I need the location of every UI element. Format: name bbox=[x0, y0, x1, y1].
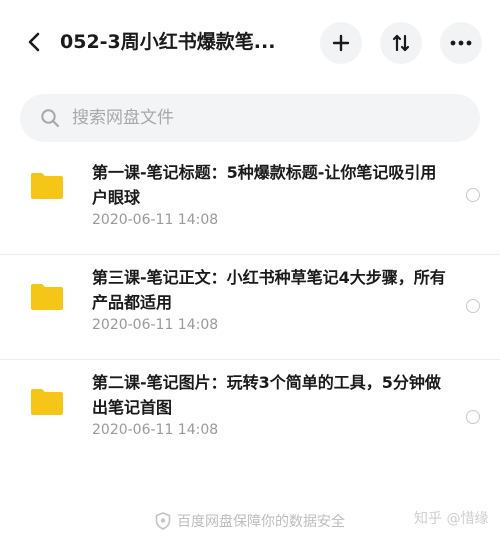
page-title: 052-3周小红书爆款笔... bbox=[60, 31, 276, 53]
search-bar[interactable] bbox=[20, 94, 480, 142]
shield-icon bbox=[155, 512, 171, 530]
folder-icon bbox=[31, 284, 63, 310]
search-input[interactable] bbox=[72, 108, 432, 128]
sort-button[interactable] bbox=[380, 22, 422, 64]
watermark: 知乎 @惜缘 bbox=[414, 511, 489, 527]
file-date: 2020-06-11 14:08 bbox=[92, 212, 219, 228]
top-bar: 052-3周小红书爆款笔... bbox=[0, 0, 500, 84]
more-button[interactable] bbox=[440, 22, 482, 64]
file-row[interactable]: 第一课-笔记标题：5种爆款标题-让你笔记吸引用户眼球 2020-06-11 14… bbox=[0, 150, 500, 255]
file-row[interactable]: 第三课-笔记正文：小红书种草笔记4大步骤，所有产品都适用 2020-06-11 … bbox=[0, 255, 500, 360]
file-name: 第一课-笔记标题：5种爆款标题-让你笔记吸引用户眼球 bbox=[92, 163, 437, 207]
select-checkbox[interactable] bbox=[466, 188, 480, 202]
file-list: 第一课-笔记标题：5种爆款标题-让你笔记吸引用户眼球 2020-06-11 14… bbox=[0, 150, 500, 465]
add-button[interactable] bbox=[320, 22, 362, 64]
chevron-left-icon bbox=[28, 32, 40, 52]
folder-icon bbox=[31, 173, 63, 199]
file-name: 第二课-笔记图片：玩转3个简单的工具，5分钟做出笔记首图 bbox=[92, 373, 441, 417]
sort-icon bbox=[392, 34, 410, 52]
file-name: 第三课-笔记正文：小红书种草笔记4大步骤，所有产品都适用 bbox=[92, 268, 446, 312]
select-checkbox[interactable] bbox=[466, 299, 480, 313]
more-dots-icon bbox=[450, 40, 472, 46]
select-checkbox[interactable] bbox=[466, 410, 480, 424]
file-date: 2020-06-11 14:08 bbox=[92, 317, 219, 333]
footer-text: 百度网盘保障你的数据安全 bbox=[177, 514, 345, 530]
file-row[interactable]: 第二课-笔记图片：玩转3个简单的工具，5分钟做出笔记首图 2020-06-11 … bbox=[0, 360, 500, 465]
search-icon bbox=[41, 109, 60, 128]
plus-icon bbox=[332, 34, 350, 52]
folder-icon bbox=[31, 389, 63, 415]
file-date: 2020-06-11 14:08 bbox=[92, 422, 219, 438]
back-button[interactable] bbox=[18, 26, 50, 58]
